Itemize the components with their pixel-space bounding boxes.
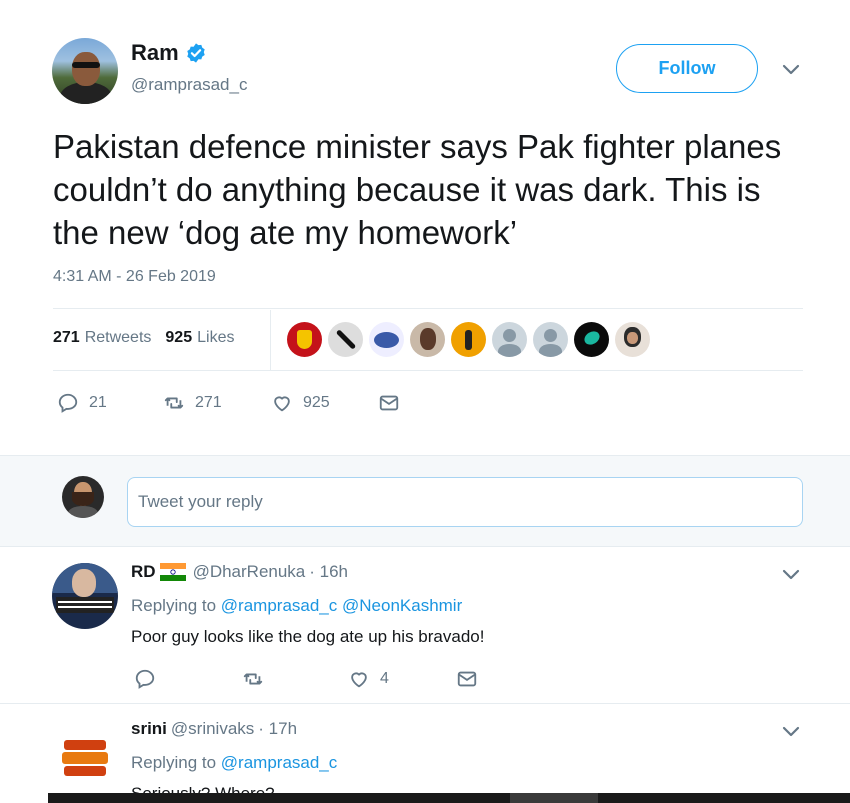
likes-stat[interactable]: 925 Likes (165, 329, 234, 347)
chevron-down-icon[interactable] (782, 64, 800, 76)
liker-avatar[interactable] (369, 322, 404, 357)
reply-time[interactable]: · 16h (309, 562, 348, 582)
reply-tweet[interactable]: RD @DharRenuka · 16h Replying to @rampra… (0, 548, 850, 704)
like-count: 925 (303, 394, 330, 411)
mention-link[interactable]: @ramprasad_c (221, 596, 337, 615)
retweet-icon (164, 397, 184, 409)
reply-tweet[interactable]: srini @srinivaks · 17h Replying to @ramp… (0, 705, 850, 803)
retweets-stat[interactable]: 271 Retweets (53, 329, 151, 347)
retweet-icon (243, 673, 263, 685)
author-avatar[interactable] (52, 38, 118, 104)
envelope-icon (457, 671, 477, 687)
mention-link[interactable]: @ramprasad_c (221, 753, 337, 772)
replying-to: Replying to @ramprasad_c (131, 753, 338, 772)
replying-to: Replying to @ramprasad_c @NeonKashmir (131, 596, 463, 615)
retweet-count: 271 (195, 394, 222, 411)
follow-button[interactable]: Follow (616, 44, 758, 93)
reply-author-avatar[interactable] (52, 720, 118, 786)
divider (53, 308, 803, 309)
like-count: 4 (380, 670, 389, 687)
author-handle[interactable]: @ramprasad_c (131, 75, 247, 95)
reply-author-name[interactable]: srini (131, 719, 167, 739)
liker-avatar[interactable] (287, 322, 322, 357)
liker-avatar[interactable] (615, 322, 650, 357)
india-flag-icon (159, 563, 186, 581)
author-name[interactable]: Ram (131, 40, 179, 66)
reply-text: Poor guy looks like the dog ate up his b… (131, 627, 485, 646)
tweet-text: Pakistan defence minister says Pak fight… (53, 128, 782, 251)
verified-badge-icon (186, 43, 205, 63)
liker-avatars (287, 322, 650, 357)
reply-button[interactable] (134, 668, 156, 690)
divider (270, 310, 271, 370)
reply-author-handle[interactable]: @DharRenuka (193, 562, 306, 582)
chevron-down-icon[interactable] (782, 569, 800, 581)
tweet-timestamp[interactable]: 4:31 AM - 26 Feb 2019 (53, 268, 216, 286)
reply-composer: Tweet your reply (0, 455, 850, 547)
author-name-row[interactable]: Ram (131, 40, 207, 66)
liker-avatar[interactable] (451, 322, 486, 357)
tweet-actions: 21 271 925 (53, 392, 453, 416)
heart-icon (351, 672, 367, 688)
liker-avatar[interactable] (574, 322, 609, 357)
tweet-stats: 271 Retweets 925 Likes (53, 329, 234, 347)
liker-avatar[interactable] (410, 322, 445, 357)
taskbar-strip (48, 793, 850, 803)
liker-avatar[interactable] (492, 322, 527, 357)
liker-avatar[interactable] (533, 322, 568, 357)
retweet-button[interactable]: 271 (163, 392, 222, 414)
reply-author-avatar[interactable] (52, 563, 118, 629)
reply-time[interactable]: · 17h (258, 719, 297, 739)
reply-header: srini @srinivaks · 17h (131, 719, 297, 739)
reply-bubble-icon (135, 669, 155, 689)
reply-count: 21 (89, 394, 107, 411)
mention-link[interactable]: @NeonKashmir (342, 596, 462, 615)
reply-button[interactable]: 21 (57, 392, 107, 414)
reply-author-name[interactable]: RD (131, 562, 156, 582)
reply-bubble-icon (58, 393, 78, 413)
reply-author-handle[interactable]: @srinivaks (171, 719, 254, 739)
current-user-avatar[interactable] (62, 476, 104, 518)
dm-button[interactable] (378, 392, 400, 414)
heart-icon (274, 396, 290, 412)
chevron-down-icon[interactable] (782, 726, 800, 738)
liker-avatar[interactable] (328, 322, 363, 357)
reply-actions: 4 (134, 668, 494, 692)
reply-input[interactable]: Tweet your reply (127, 477, 803, 527)
retweet-button[interactable] (242, 668, 264, 690)
like-button[interactable]: 4 (348, 668, 389, 690)
envelope-icon (379, 395, 399, 411)
dm-button[interactable] (456, 668, 478, 690)
reply-header: RD @DharRenuka · 16h (131, 562, 348, 582)
like-button[interactable]: 925 (271, 392, 330, 414)
divider (53, 370, 803, 371)
main-tweet: Ram @ramprasad_c Follow Pakistan defence… (0, 0, 850, 455)
